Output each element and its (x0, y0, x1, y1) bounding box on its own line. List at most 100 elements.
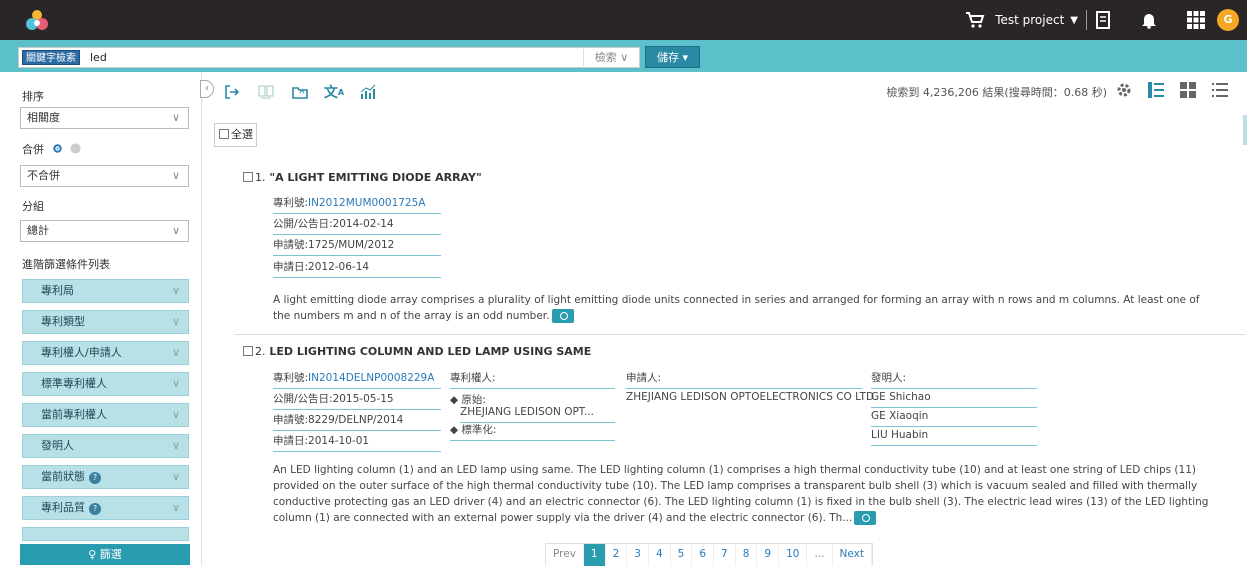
expand-icon[interactable] (854, 511, 877, 525)
filter-partial[interactable] (22, 527, 189, 541)
result-number: 1. (255, 171, 266, 184)
group-label: 分組 (22, 200, 44, 213)
save-button[interactable]: 儲存 ▾ (645, 46, 700, 68)
filter-label: 專利品質 (41, 501, 85, 514)
filter-current-status[interactable]: 當前狀態? ∨ (22, 465, 189, 489)
search-query[interactable]: led (90, 51, 107, 64)
chevron-down-icon: ∨ (171, 439, 180, 452)
bell-icon[interactable] (1141, 11, 1157, 29)
sort-select[interactable]: 相關度 ∨ (20, 107, 189, 129)
result-title-text[interactable]: LED LIGHTING COLUMN AND LED LAMP USING S… (269, 345, 591, 358)
select-all-checkbox[interactable]: 全選 (214, 123, 257, 147)
folder-add-icon[interactable] (290, 83, 310, 101)
original-value: ZHEJIANG LEDISON OPT... (460, 403, 615, 423)
inventor-value: GE Xiaoqin (871, 407, 1037, 427)
cart-icon[interactable] (965, 11, 985, 29)
page-button[interactable]: 7 (714, 544, 736, 566)
select-all-label: 全選 (231, 128, 253, 141)
page-button[interactable]: 9 (757, 544, 780, 566)
search-input[interactable] (18, 47, 640, 68)
filter-patent-type[interactable]: 專利類型 ∨ (22, 310, 189, 334)
group-value: 總計 (27, 224, 49, 237)
page-button[interactable]: 10 (779, 544, 808, 566)
page-button[interactable]: 2 (605, 544, 628, 566)
search-button[interactable]: 檢索 ∨ (583, 49, 639, 66)
app-logo[interactable] (25, 9, 49, 31)
results-count: 檢索到 4,236,206 結果(搜尋時間：0.68 秒) (886, 86, 1107, 99)
page-button[interactable]: 4 (648, 544, 671, 566)
result-number: 2. (255, 345, 266, 358)
chevron-down-icon[interactable]: ▼ (1070, 15, 1078, 26)
chevron-down-icon: ∨ (171, 501, 180, 514)
merge-select[interactable]: 不合併 ∨ (20, 165, 189, 187)
sort-label: 排序 (22, 90, 44, 103)
chevron-down-icon: ∨ (171, 169, 180, 182)
assignee-label: 專利權人: (450, 369, 615, 389)
result-toolbar: 文A (222, 82, 392, 102)
collapse-sidebar-icon[interactable]: ‹ (200, 80, 214, 98)
scrollbar[interactable] (1243, 115, 1247, 145)
filter-button[interactable]: ♀ 篩選 (20, 544, 190, 565)
page-button[interactable]: 6 (692, 544, 715, 566)
filter-label: 發明人 (41, 439, 74, 452)
app-date-field: 申請日:2014-10-01 (273, 432, 441, 452)
patent-number-link[interactable]: IN2014DELNP0008229A (308, 372, 434, 384)
filter-patent-quality[interactable]: 專利品質? ∨ (22, 496, 189, 520)
filter-current-assignee[interactable]: 當前專利權人 ∨ (22, 403, 189, 427)
compare-icon[interactable] (256, 83, 276, 101)
filter-standard-assignee[interactable]: 標準專利權人 ∨ (22, 372, 189, 396)
view-controls (1115, 81, 1229, 99)
chevron-down-icon: ∨ (171, 284, 180, 297)
checkbox[interactable] (243, 346, 253, 356)
export-icon[interactable] (222, 83, 242, 101)
page-button[interactable]: 8 (735, 544, 758, 566)
chevron-down-icon: ∨ (171, 408, 180, 421)
help-icon[interactable]: ? (89, 472, 101, 484)
page-button[interactable]: 3 (627, 544, 649, 566)
abstract-text: A light emitting diode array comprises a… (273, 294, 1200, 322)
pub-date-field: 公開/公告日:2014-02-14 (273, 215, 441, 235)
divider (1086, 10, 1087, 30)
apps-grid-icon[interactable] (1187, 11, 1205, 29)
help-icon[interactable] (70, 143, 81, 154)
settings-icon[interactable] (1115, 81, 1133, 99)
app-number-field: 申請號:8229/DELNP/2014 (273, 411, 441, 431)
merge-label: 合併 (22, 141, 81, 157)
page-button[interactable]: 5 (670, 544, 693, 566)
merge-label-text: 合併 (22, 143, 44, 156)
standard-label: ◆ 標準化: (450, 421, 615, 441)
analytics-icon[interactable] (358, 83, 378, 101)
prev-page-button[interactable]: Prev (546, 544, 584, 566)
patent-number-label: 專利號: (273, 197, 309, 209)
gear-icon[interactable] (52, 143, 63, 154)
list-view-icon[interactable] (1211, 81, 1229, 99)
top-right-controls: Test project ▼ G (965, 0, 1239, 40)
filter-patent-office[interactable]: 專利局 ∨ (22, 279, 189, 303)
checkbox[interactable] (219, 129, 229, 139)
translate-icon[interactable]: 文A (324, 83, 344, 101)
page-button[interactable]: 1 (583, 544, 606, 566)
checkbox[interactable] (243, 172, 253, 182)
result-title-text[interactable]: "A LIGHT EMITTING DIODE ARRAY" (269, 171, 481, 184)
app-date-field: 申請日:2012-06-14 (273, 258, 441, 278)
result-title[interactable]: 2. LED LIGHTING COLUMN AND LED LAMP USIN… (243, 345, 591, 358)
filter-inventor[interactable]: 發明人 ∨ (22, 434, 189, 458)
document-icon[interactable] (1095, 11, 1111, 29)
help-icon[interactable]: ? (89, 503, 101, 515)
grid-view-icon[interactable] (1179, 81, 1197, 99)
filter-label: 專利權人/申請人 (41, 346, 122, 359)
keyword-search-tag[interactable]: 關鍵字檢索 (22, 50, 80, 65)
patent-number-link[interactable]: IN2012MUM0001725A (308, 197, 425, 209)
group-select[interactable]: 總計 ∨ (20, 220, 189, 242)
result-title[interactable]: 1. "A LIGHT EMITTING DIODE ARRAY" (243, 171, 482, 184)
project-selector[interactable]: Test project (995, 13, 1064, 27)
result-abstract: A light emitting diode array comprises a… (273, 292, 1218, 324)
avatar[interactable]: G (1217, 9, 1239, 31)
detail-view-icon[interactable] (1147, 81, 1165, 99)
advanced-filters-label: 進階篩選條件列表 (22, 258, 110, 271)
expand-icon[interactable] (551, 309, 574, 323)
filter-assignee-applicant[interactable]: 專利權人/申請人 ∨ (22, 341, 189, 365)
next-page-button[interactable]: Next (832, 544, 872, 566)
inventor-value: GE Shichao (871, 388, 1037, 408)
chevron-down-icon: ∨ (171, 315, 180, 328)
